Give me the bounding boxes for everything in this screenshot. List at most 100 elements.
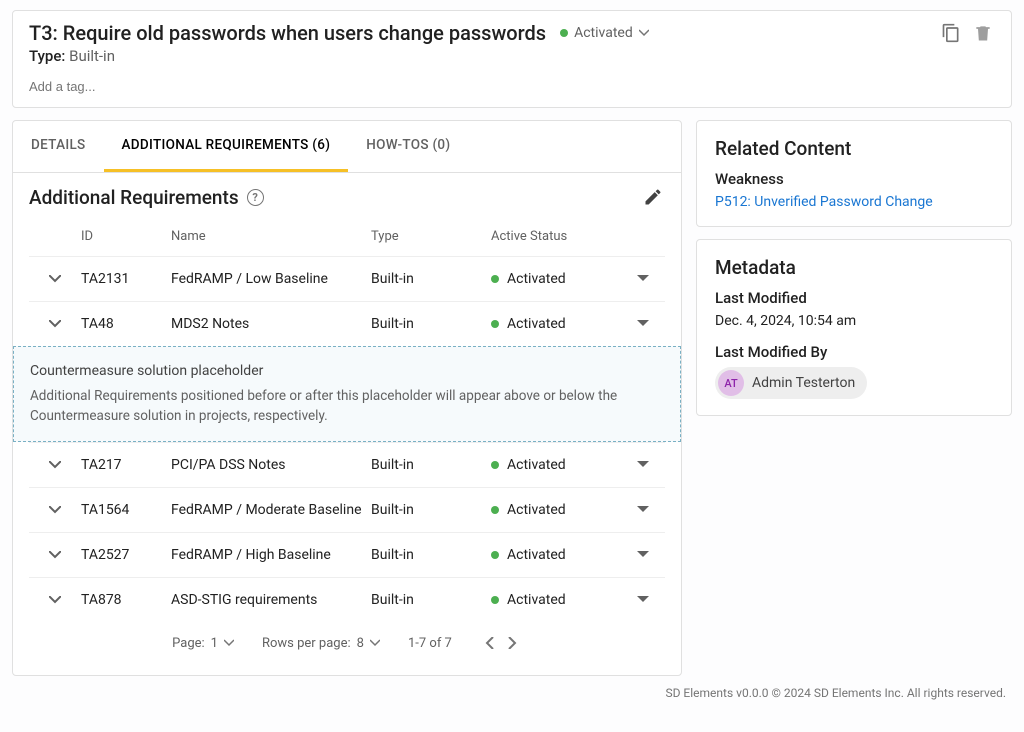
chevron-down-icon xyxy=(49,551,61,559)
row-menu-button[interactable] xyxy=(621,506,665,514)
chevron-down-icon xyxy=(49,596,61,604)
col-name: Name xyxy=(171,229,371,244)
row-type: Built-in xyxy=(371,271,491,287)
menu-caret-icon xyxy=(637,461,649,469)
rows-per-page-select[interactable]: Rows per page: 8 xyxy=(262,636,380,651)
page-range: 1-7 of 7 xyxy=(408,636,452,651)
prev-page-button[interactable] xyxy=(480,637,498,649)
tag-input[interactable] xyxy=(29,79,229,94)
table-row: TA2131FedRAMP / Low BaselineBuilt-inActi… xyxy=(29,256,665,301)
row-id: TA217 xyxy=(81,457,171,473)
row-name: FedRAMP / High Baseline xyxy=(171,547,371,563)
last-modified-value: Dec. 4, 2024, 10:54 am xyxy=(715,313,993,329)
menu-caret-icon xyxy=(637,551,649,559)
related-content-panel: Related Content Weakness P512: Unverifie… xyxy=(696,120,1012,227)
row-type: Built-in xyxy=(371,502,491,518)
menu-caret-icon xyxy=(637,320,649,328)
col-type: Type xyxy=(371,229,491,244)
status-dot-icon xyxy=(491,506,499,514)
row-id: TA2131 xyxy=(81,271,171,287)
section-heading: Additional Requirements ? xyxy=(29,186,264,209)
status-dropdown[interactable]: Activated xyxy=(560,25,649,41)
related-heading: Related Content xyxy=(715,137,993,160)
copy-button[interactable] xyxy=(939,21,963,45)
pagination: Page: 1 Rows per page: 8 1-7 of 7 xyxy=(29,622,665,665)
pencil-icon xyxy=(643,187,663,207)
expand-row-button[interactable] xyxy=(29,596,81,604)
row-type: Built-in xyxy=(371,592,491,608)
metadata-panel: Metadata Last Modified Dec. 4, 2024, 10:… xyxy=(696,239,1012,416)
row-menu-button[interactable] xyxy=(621,320,665,328)
row-name: FedRAMP / Moderate Baseline xyxy=(171,502,371,518)
placeholder-title: Countermeasure solution placeholder xyxy=(30,361,664,382)
status-dot-icon xyxy=(491,275,499,283)
type-value: Built-in xyxy=(69,47,115,65)
row-menu-button[interactable] xyxy=(621,461,665,469)
row-name: ASD-STIG requirements xyxy=(171,592,371,608)
menu-caret-icon xyxy=(637,275,649,283)
row-type: Built-in xyxy=(371,316,491,332)
table-row: TA48MDS2 NotesBuilt-inActivated xyxy=(29,301,665,346)
tab-details[interactable]: Details xyxy=(13,121,104,172)
tab-additional-requirements[interactable]: Additional Requirements (6) xyxy=(104,121,349,172)
expand-row-button[interactable] xyxy=(29,506,81,514)
row-id: TA878 xyxy=(81,592,171,608)
table-row: TA1564FedRAMP / Moderate BaselineBuilt-i… xyxy=(29,487,665,532)
col-active: Active Status xyxy=(491,229,621,244)
metadata-heading: Metadata xyxy=(715,256,993,279)
delete-button[interactable] xyxy=(971,21,995,45)
status-label: Activated xyxy=(574,25,633,41)
table-row: TA2527FedRAMP / High BaselineBuilt-inAct… xyxy=(29,532,665,577)
copy-icon xyxy=(941,23,961,43)
row-menu-button[interactable] xyxy=(621,596,665,604)
page-header: T3: Require old passwords when users cha… xyxy=(12,10,1012,108)
table-row: TA878ASD-STIG requirementsBuilt-inActiva… xyxy=(29,577,665,622)
modified-by-name: Admin Testerton xyxy=(752,375,855,391)
row-type: Built-in xyxy=(371,457,491,473)
page-title: T3: Require old passwords when users cha… xyxy=(29,21,546,45)
status-dot-icon xyxy=(491,461,499,469)
last-modified-label: Last Modified xyxy=(715,289,993,307)
help-icon[interactable]: ? xyxy=(247,189,264,206)
row-type: Built-in xyxy=(371,547,491,563)
tab-howtos[interactable]: How-Tos (0) xyxy=(348,121,468,172)
row-status: Activated xyxy=(491,502,621,518)
chevron-down-icon xyxy=(224,638,234,648)
row-name: FedRAMP / Low Baseline xyxy=(171,271,371,287)
row-id: TA2527 xyxy=(81,547,171,563)
avatar: AT xyxy=(718,370,744,396)
expand-row-button[interactable] xyxy=(29,461,81,469)
placeholder-desc: Additional Requirements positioned befor… xyxy=(30,386,664,427)
row-name: PCI/PA DSS Notes xyxy=(171,457,371,473)
status-dot-icon xyxy=(491,551,499,559)
table-row: TA217PCI/PA DSS NotesBuilt-inActivated xyxy=(29,442,665,487)
chevron-down-icon xyxy=(49,506,61,514)
menu-caret-icon xyxy=(637,596,649,604)
weakness-link[interactable]: P512: Unverified Password Change xyxy=(715,194,933,210)
last-modified-by-label: Last Modified By xyxy=(715,343,993,361)
chevron-down-icon xyxy=(49,275,61,283)
next-page-button[interactable] xyxy=(504,637,522,649)
row-status: Activated xyxy=(491,592,621,608)
row-id: TA1564 xyxy=(81,502,171,518)
chevron-down-icon xyxy=(49,461,61,469)
type-label: Type: xyxy=(29,47,65,65)
page-select[interactable]: Page: 1 xyxy=(172,636,234,651)
row-status: Activated xyxy=(491,457,621,473)
edit-button[interactable] xyxy=(641,185,665,209)
modified-by-chip[interactable]: AT Admin Testerton xyxy=(715,367,867,399)
countermeasure-placeholder: Countermeasure solution placeholder Addi… xyxy=(13,346,681,442)
row-menu-button[interactable] xyxy=(621,551,665,559)
row-menu-button[interactable] xyxy=(621,275,665,283)
expand-row-button[interactable] xyxy=(29,551,81,559)
table-header: ID Name Type Active Status xyxy=(29,217,665,256)
expand-row-button[interactable] xyxy=(29,275,81,283)
row-status: Activated xyxy=(491,316,621,332)
footer-copyright: SD Elements v0.0.0 © 2024 SD Elements In… xyxy=(0,676,1024,700)
status-dot-icon xyxy=(560,29,568,37)
expand-row-button[interactable] xyxy=(29,320,81,328)
chevron-right-icon xyxy=(508,637,518,649)
chevron-down-icon xyxy=(370,638,380,648)
menu-caret-icon xyxy=(637,506,649,514)
col-id: ID xyxy=(81,229,171,244)
